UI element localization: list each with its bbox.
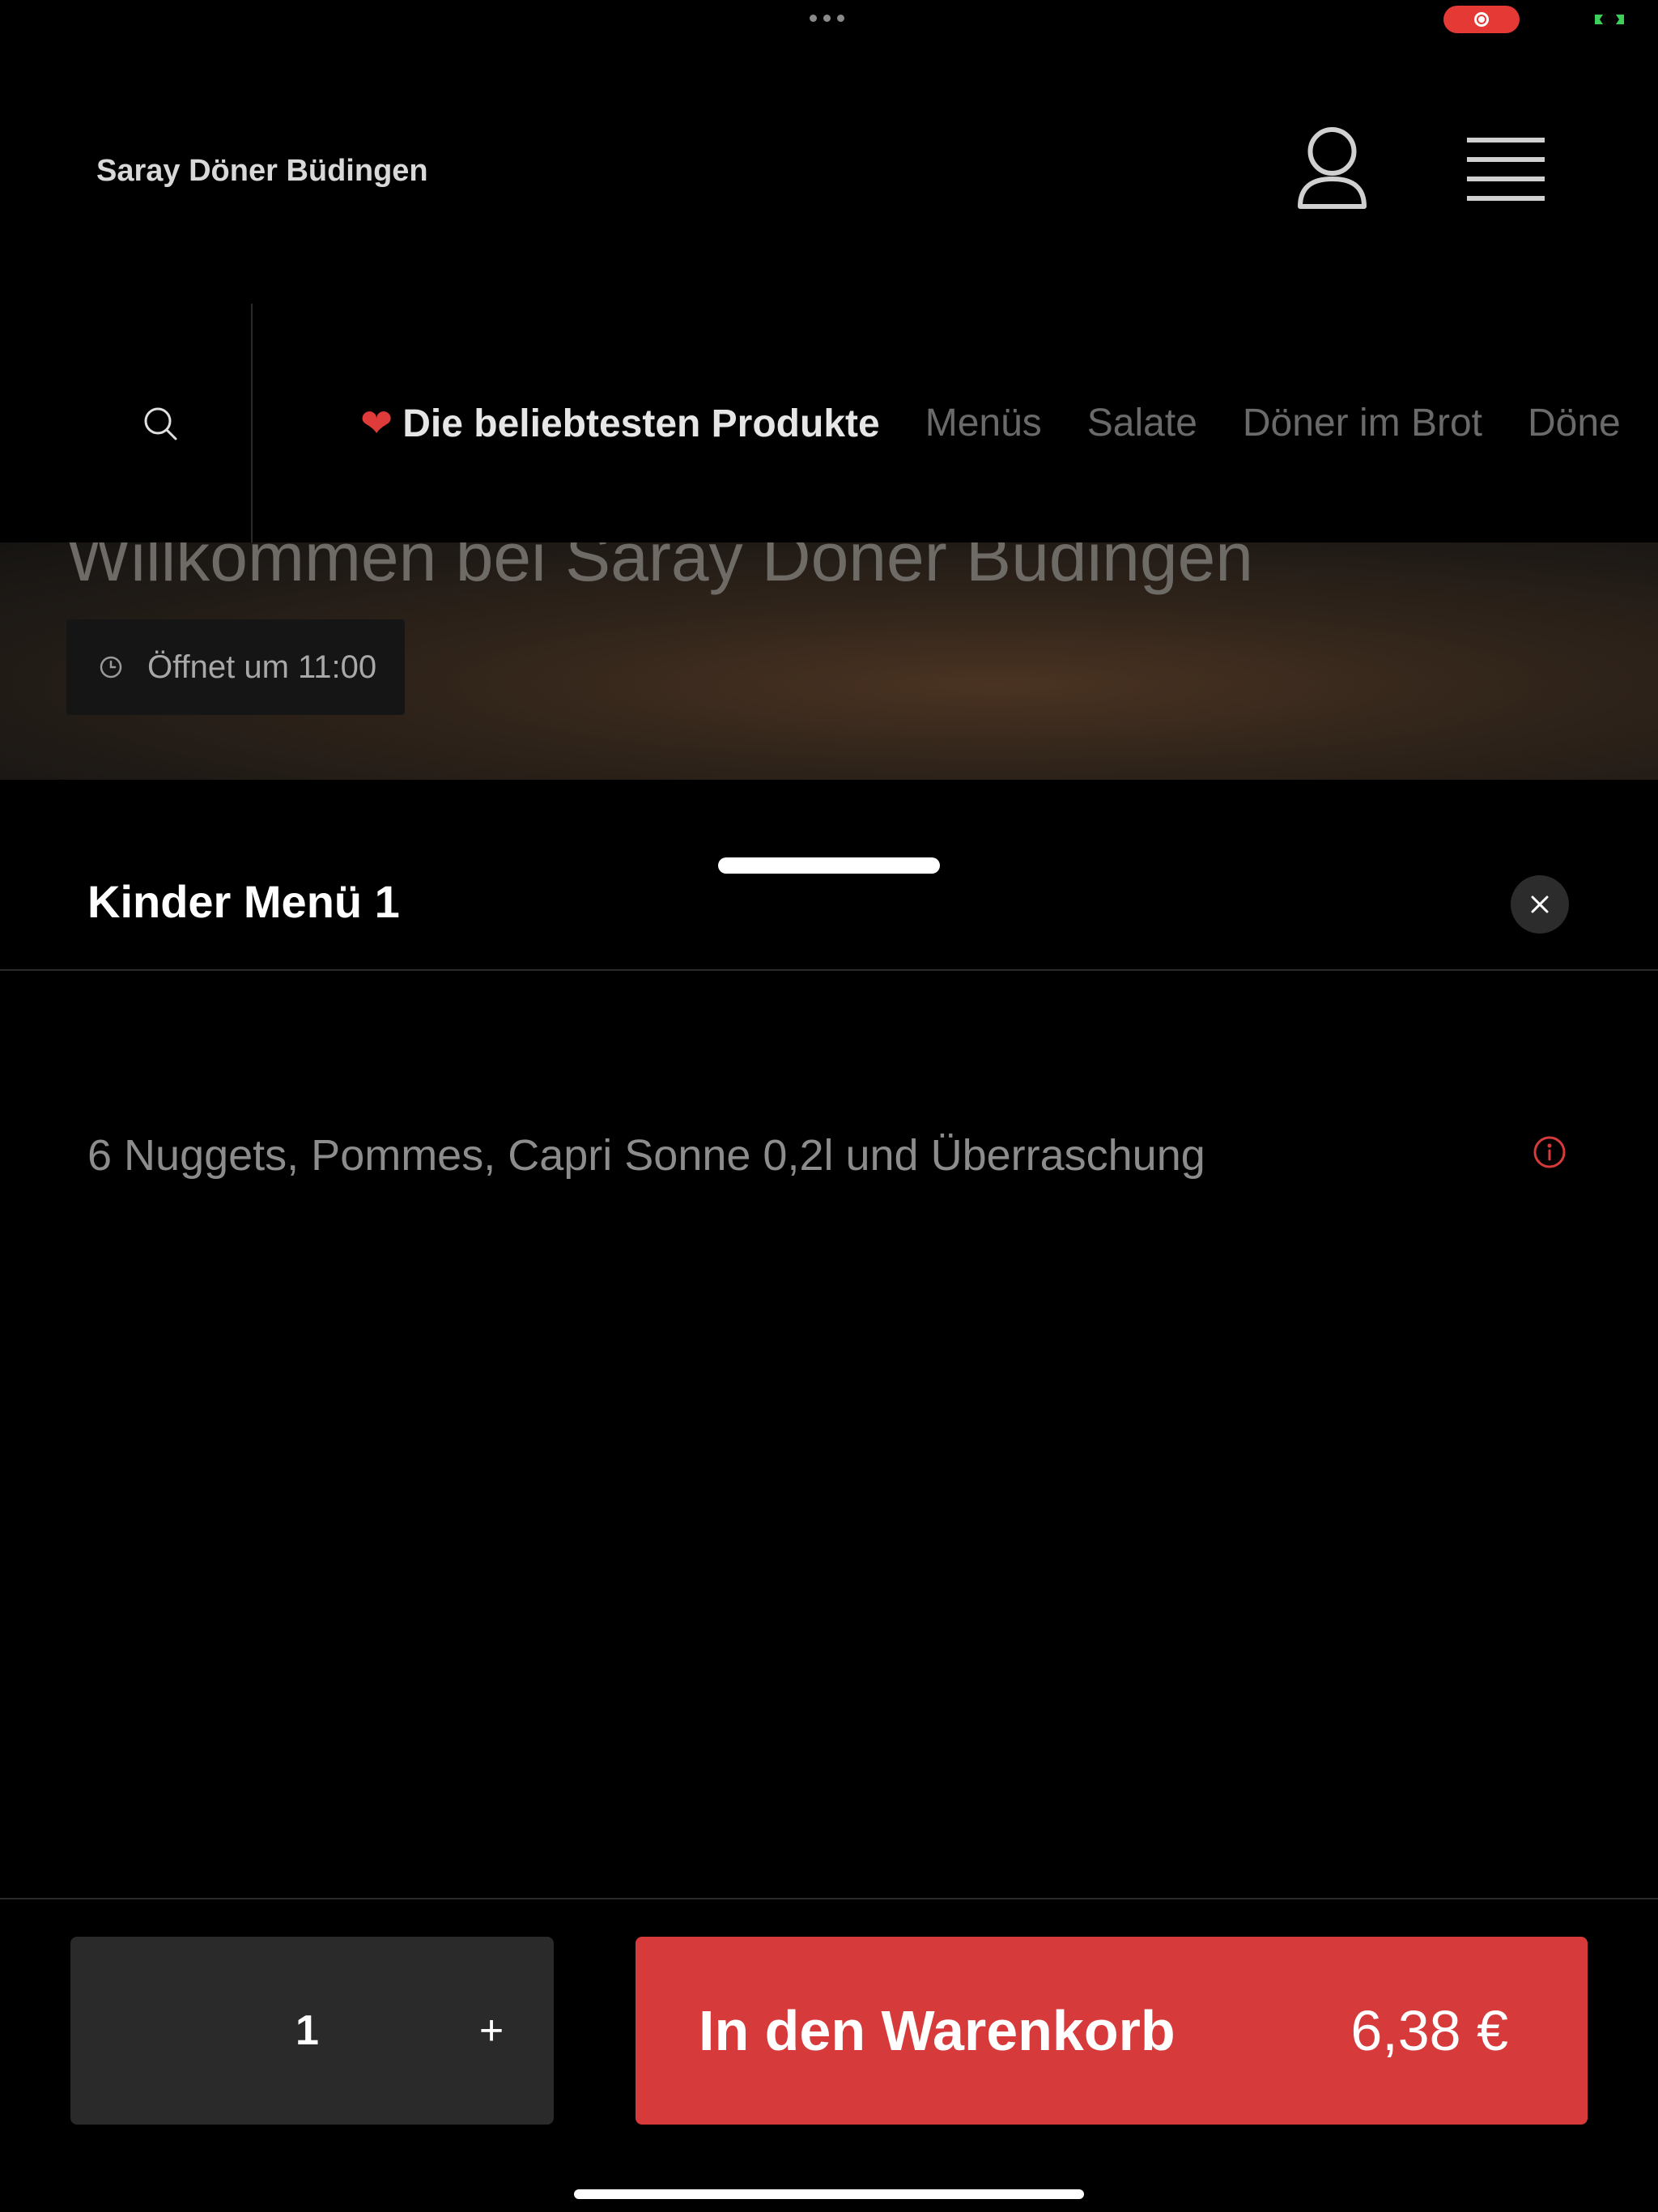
home-indicator[interactable] [574,2189,1084,2199]
hero-title: Willkommen bei Saray Döner Büdingen [66,542,1254,595]
tab-doener-im-brot[interactable]: Döner im Brot [1243,401,1482,445]
tab-popular-products[interactable]: ❤ Die beliebtesten Produkte [360,401,880,446]
divider [0,969,1658,971]
close-icon [1531,895,1549,913]
product-price: 6,38 € [1350,1999,1508,2062]
divider [0,1898,1658,1899]
category-tabs: ❤ Die beliebtesten Produkte Menüs Salate … [360,304,1658,542]
tab-menus[interactable]: Menüs [925,401,1042,445]
heart-icon: ❤ [360,402,393,445]
opening-status-badge: Öffnet um 11:00 [66,619,405,715]
product-title: Kinder Menü 1 [87,876,400,927]
add-to-cart-button[interactable]: In den Warenkorb 6,38 € [636,1937,1588,2125]
product-sheet: Kinder Menü 1 6 Nuggets, Pommes, Capri S… [0,780,1658,2212]
category-nav: ❤ Die beliebtesten Produkte Menüs Salate … [0,304,1658,544]
quantity-value: 1 [295,2007,319,2054]
search-icon [144,407,177,440]
tab-salads[interactable]: Salate [1087,401,1197,445]
quantity-stepper: 1 + [70,1937,554,2125]
tab-label: Die beliebtesten Produkte [402,402,880,445]
clock-icon [100,656,122,678]
quantity-increase-button[interactable]: + [451,1937,532,2125]
hero-banner: Willkommen bei Saray Döner Büdingen Öffn… [0,542,1658,780]
info-icon[interactable] [1532,1134,1567,1170]
add-to-cart-label: In den Warenkorb [699,1999,1175,2062]
account-icon[interactable] [1294,125,1371,215]
tab-doener-truncated[interactable]: Döne [1528,401,1621,445]
site-header: Saray Döner Büdingen [0,0,1658,305]
opening-status-text: Öffnet um 11:00 [147,649,377,685]
sheet-grabber[interactable] [718,857,940,874]
hamburger-menu-icon[interactable] [1465,134,1546,206]
site-title[interactable]: Saray Döner Büdingen [96,154,428,189]
close-button[interactable] [1511,875,1569,934]
search-button[interactable] [0,304,253,542]
product-description: 6 Nuggets, Pommes, Capri Sonne 0,2l und … [87,1131,1205,1180]
